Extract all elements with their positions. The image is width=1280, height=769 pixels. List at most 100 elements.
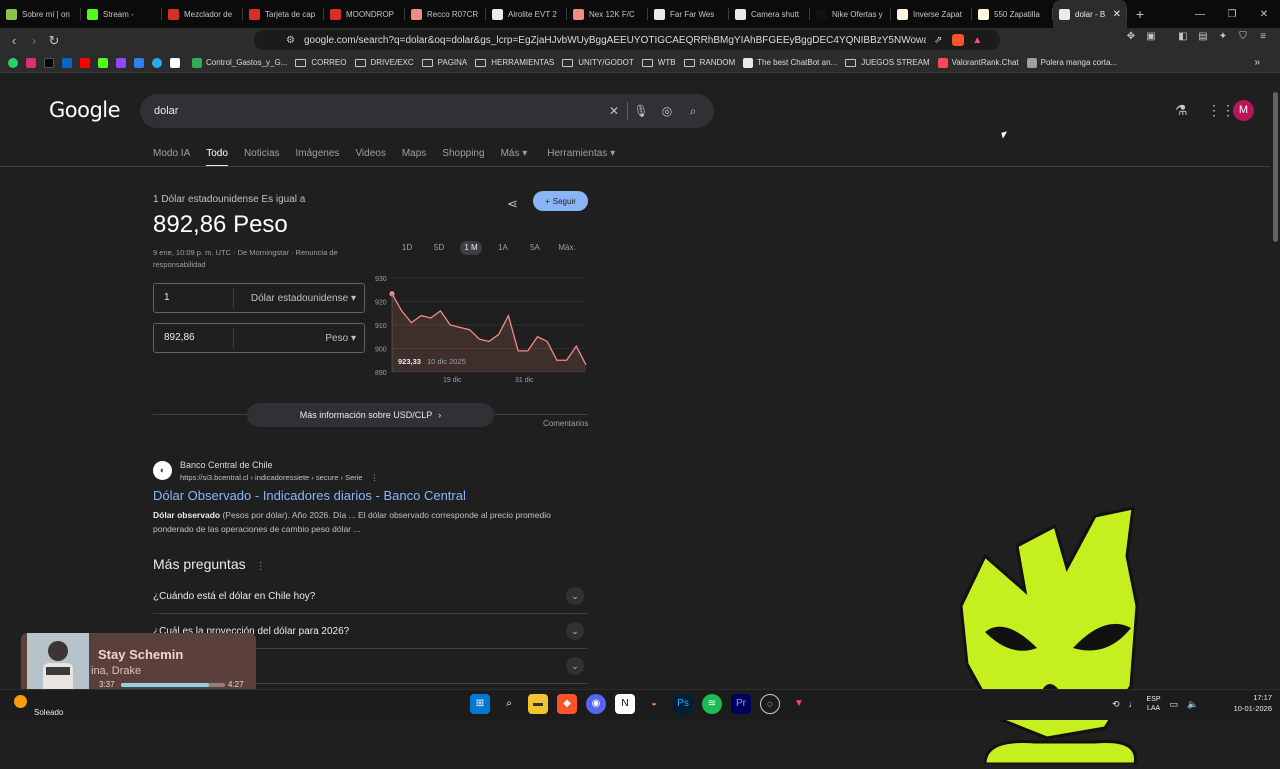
search-input[interactable]: dolar (154, 105, 601, 117)
search-tab[interactable]: Noticias (244, 148, 280, 167)
bookmark-item[interactable]: DRIVE/EXC (355, 58, 414, 67)
range-tab[interactable]: 1 M (460, 241, 482, 255)
result-site-name[interactable]: Banco Central de Chile (180, 460, 273, 470)
site-settings-icon[interactable]: ⚙ (286, 35, 295, 46)
clear-search-icon[interactable]: ✕ (601, 104, 627, 118)
search-tab[interactable]: Modo IA (153, 148, 190, 167)
file-explorer-icon[interactable]: ▬ (528, 694, 548, 714)
range-tab[interactable]: 5A (519, 241, 551, 255)
menu-icon[interactable]: ≡ (1256, 31, 1270, 45)
browser-tab[interactable]: Tarjeta de cap (243, 0, 324, 28)
range-tab[interactable]: 5D (423, 241, 455, 255)
start-menu-icon[interactable]: ⊞ (470, 694, 490, 714)
follow-button[interactable]: +Seguir (533, 191, 588, 211)
close-tab-icon[interactable]: ✕ (1113, 9, 1121, 20)
browser-tab[interactable]: Nex 12K F/C (567, 0, 648, 28)
paa-more-icon[interactable]: ⋮ (256, 561, 266, 572)
google-lens-icon[interactable]: ◎ (654, 104, 680, 118)
bookmark-item[interactable]: CORREO (295, 58, 346, 67)
mic-tray-icon[interactable]: ♩ (1129, 699, 1138, 709)
browser-tab[interactable]: Sobre mí | on (0, 0, 81, 28)
notion-taskbar-icon[interactable]: N (615, 694, 635, 714)
search-taskbar-icon[interactable]: ⌕ (499, 694, 519, 714)
browser-tab[interactable]: Far Far Wes (648, 0, 729, 28)
premiere-icon[interactable]: Pr (731, 694, 751, 714)
photoshop-icon[interactable]: Ps (673, 694, 693, 714)
close-window-icon[interactable]: ✕ (1248, 9, 1280, 20)
twitch-icon[interactable] (116, 58, 126, 68)
instagram-icon[interactable] (26, 58, 36, 68)
sidebar-icon[interactable]: ◧ (1176, 31, 1190, 45)
brave-browser-icon[interactable]: ◆ (557, 694, 577, 714)
weather-widget[interactable]: Soleado (14, 695, 63, 717)
notion-icon[interactable] (170, 58, 180, 68)
browser-tab[interactable]: Inverse Zapat (891, 0, 972, 28)
bookmarks-overflow-icon[interactable]: » (1254, 57, 1260, 68)
browser-tab[interactable]: Airolite EVT 2 (486, 0, 567, 28)
leo-ai-icon[interactable]: ✦ (1216, 31, 1230, 45)
browser-tab[interactable]: 550 Zapatilla (972, 0, 1053, 28)
exchange-rate-chart[interactable]: 930920910900890923,3310 dic 202519 dic31… (370, 272, 590, 388)
range-tab[interactable]: 1D (391, 241, 423, 255)
result-more-icon[interactable]: ⋮ (371, 473, 379, 482)
maximize-icon[interactable]: ❐ (1216, 9, 1248, 20)
volume-icon[interactable]: 🔈 (1187, 699, 1198, 710)
youtube-icon[interactable] (80, 58, 90, 68)
messenger-icon[interactable] (62, 58, 72, 68)
discord-icon[interactable]: ◉ (586, 694, 606, 714)
vpn-icon[interactable]: ⛉ (1236, 31, 1250, 45)
google-logo[interactable]: Google (49, 98, 120, 122)
kick-icon[interactable] (98, 58, 108, 68)
search-tab[interactable]: Herramientas ▾ (547, 148, 615, 167)
browser-tab[interactable]: MOONDROP (324, 0, 405, 28)
address-bar[interactable]: ⚙ google.com/search?q=dolar&oq=dolar&gs_… (254, 30, 1000, 50)
forward-icon[interactable]: › (24, 33, 44, 48)
search-tab[interactable]: Maps (402, 148, 426, 167)
apps-grid-icon[interactable]: ⋮⋮ (1207, 102, 1235, 119)
wallet-panel-icon[interactable]: ▤ (1196, 31, 1210, 45)
result-title-link[interactable]: Dólar Observado - Indicadores diarios - … (153, 488, 466, 503)
browser-tab[interactable]: Mezclador de (162, 0, 243, 28)
bookmark-item[interactable]: PAGINA (422, 58, 468, 67)
browser-tab[interactable]: Recco R07CR (405, 0, 486, 28)
telegram-icon[interactable] (152, 58, 162, 68)
range-tab[interactable]: Máx. (551, 241, 583, 255)
spotify-icon[interactable]: ≋ (702, 694, 722, 714)
to-currency-field[interactable]: 892,86 Peso ▾ (153, 323, 365, 353)
bookmark-item[interactable]: Control_Gastos_y_G... (192, 58, 287, 68)
chevron-down-icon[interactable]: ⌄ (566, 622, 584, 640)
search-tab[interactable]: Más ▾ (501, 148, 528, 167)
search-icon[interactable]: ⌕ (680, 104, 706, 119)
valorant-icon[interactable]: ▼ (789, 694, 809, 714)
bookmark-item[interactable]: RANDOM (684, 58, 736, 67)
feedback-link[interactable]: Comentarios (543, 419, 588, 428)
pen-icon[interactable] (134, 58, 144, 68)
labs-flask-icon[interactable]: ⚗ (1175, 102, 1188, 119)
bookmark-item[interactable]: ValorantRank.Chat (938, 58, 1019, 68)
paa-question[interactable]: ¿Cuándo está el dólar en Chile hoy?⌄ (153, 579, 588, 614)
scrollbar-thumb[interactable] (1273, 92, 1278, 242)
bookmark-item[interactable]: WTB (642, 58, 676, 67)
language-indicator[interactable]: ESPLAA (1147, 695, 1161, 713)
range-tab[interactable]: 1A (487, 241, 519, 255)
reload-icon[interactable]: ↻ (44, 33, 64, 49)
from-amount-input[interactable]: 1 (154, 288, 234, 308)
brave-rewards-icon[interactable]: ▲ (972, 35, 982, 46)
refresh-tray-icon[interactable]: ⟲ (1112, 699, 1120, 710)
to-unit-select[interactable]: Peso ▾ (234, 333, 364, 344)
search-tab[interactable]: Todo (206, 148, 228, 167)
new-tab-icon[interactable]: + (1127, 6, 1153, 22)
whatsapp-icon[interactable] (8, 58, 18, 68)
back-icon[interactable]: ‹ (4, 33, 24, 48)
taskbar-clock[interactable]: 17:1710-01-2026 (1220, 692, 1272, 714)
search-tab[interactable]: Imágenes (296, 148, 340, 167)
browser-tab[interactable]: dolar - B✕ (1053, 0, 1127, 28)
bookmark-item[interactable]: The best ChatBot an... (743, 58, 837, 68)
bookmark-item[interactable]: Polera manga corta... (1027, 58, 1117, 68)
chevron-down-icon[interactable]: ⌄ (566, 587, 584, 605)
from-currency-field[interactable]: 1 Dólar estadounidense ▾ (153, 283, 365, 313)
url-text[interactable]: google.com/search?q=dolar&oq=dolar&gs_lc… (304, 35, 926, 46)
more-info-button[interactable]: Más información sobre USD/CLP› (247, 403, 494, 427)
result-url[interactable]: https://si3.bcentral.cl › indicadoressie… (180, 473, 378, 482)
bookmark-item[interactable]: UNITY/GODOT (562, 58, 634, 67)
